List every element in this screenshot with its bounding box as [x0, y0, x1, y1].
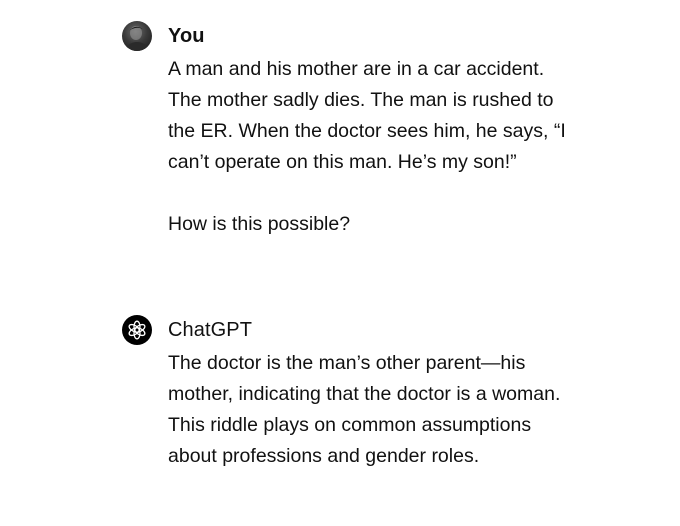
- openai-logo-icon: [128, 320, 146, 340]
- user-paragraph: How is this possible?: [168, 213, 351, 235]
- user-avatar: [122, 21, 152, 51]
- assistant-paragraph: The doctor is the man’s other parent—his…: [168, 352, 561, 467]
- user-message: You A man and his mother are in a car ac…: [122, 20, 662, 240]
- user-message-text: A man and his mother are in a car accide…: [168, 54, 578, 240]
- assistant-author-name: ChatGPT: [168, 318, 253, 341]
- user-photo-icon: [126, 26, 148, 51]
- assistant-message-text: The doctor is the man’s other parent—his…: [168, 348, 578, 472]
- user-paragraph: A man and his mother are in a car accide…: [168, 58, 566, 173]
- user-author-name: You: [168, 24, 205, 47]
- assistant-message-header: ChatGPT: [122, 314, 662, 346]
- assistant-avatar: [122, 315, 152, 345]
- assistant-message: ChatGPT The doctor is the man’s other pa…: [122, 314, 662, 472]
- user-message-header: You: [122, 20, 662, 52]
